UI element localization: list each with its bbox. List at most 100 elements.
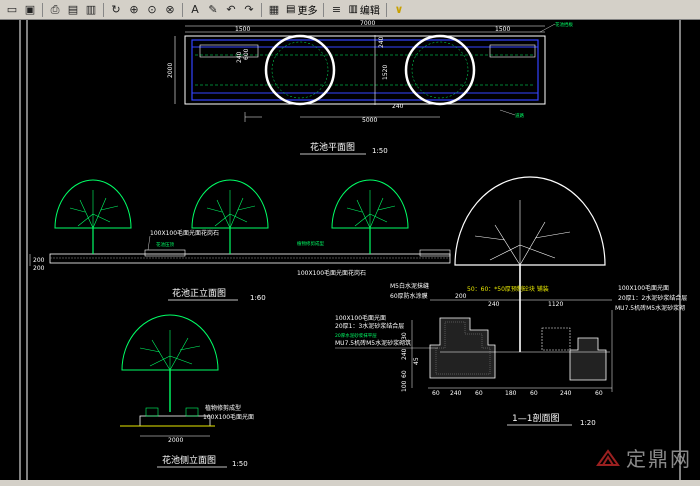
section-dim-top: 200	[455, 293, 467, 300]
section-dim-bottom: 60	[475, 390, 483, 397]
status-bar	[0, 480, 700, 486]
front-dim: 200	[33, 257, 45, 264]
section-dim-top: 240	[488, 301, 500, 308]
print-icon[interactable]: ⎙	[47, 2, 63, 18]
section-scale: 1:20	[580, 419, 596, 427]
side-dim: 2000	[168, 437, 183, 444]
front-title: 花池正立面图	[172, 287, 226, 299]
toolbar-separator	[182, 2, 183, 17]
section-label-r-granite: 100X100毛面光面	[618, 284, 669, 292]
section-label-brick: MU7.5机砖M5水泥砂浆砌筑	[335, 339, 411, 347]
layer-icon[interactable]: ≡	[328, 2, 344, 18]
more-label: 更多	[297, 6, 318, 17]
section-soil	[541, 327, 571, 351]
front-label-granite: 100X100毛面光面花岗石	[150, 229, 219, 237]
more-button[interactable]: ▤ 更多	[284, 2, 319, 17]
section-label-waterproof: 60厚防水涂膜	[390, 292, 428, 300]
pen-icon[interactable]: ✎	[205, 2, 221, 18]
section-dim-top: 1120	[548, 301, 563, 308]
section-dim-left: 100	[401, 380, 408, 392]
section-dim-left: 45	[413, 357, 420, 365]
side-label-granite: 100X100毛面光面	[203, 413, 254, 421]
front-cap	[144, 249, 186, 257]
edit-button[interactable]: ▥ 编辑	[346, 2, 381, 17]
section-dim-bottom: 240	[450, 390, 462, 397]
drawing-canvas[interactable]: 2000 7000 1500 1500 240 600 240 1520 240…	[0, 20, 700, 486]
plan-note-board: 花池挡板	[555, 21, 573, 28]
plan-scale: 1:50	[372, 147, 388, 155]
section-dim-left: 30	[401, 332, 408, 340]
plan-tree-canopy	[404, 34, 476, 106]
side-base	[139, 415, 211, 427]
plan-dim-height: 2000	[167, 63, 174, 78]
plan-dim-left: 1500	[235, 26, 250, 33]
tree-icon	[121, 314, 219, 412]
section-top-note: 50：60：*50厚预制砼块 铺装	[467, 285, 549, 293]
plan-dim-sub3: 240	[392, 103, 404, 110]
plan-dim-side1: 240	[236, 51, 243, 63]
toolbar: ▭ ▣ ⎙ ▤ ▥ ↻ ⊕ ⊙ ⊗ A ✎ ↶ ↷ ▦ ▤ 更多 ≡ ▥ 编辑 ∨	[0, 0, 700, 20]
toolbar-separator	[42, 2, 43, 17]
plan-dim-right: 1500	[495, 26, 510, 33]
plan-view: 2000 7000 1500 1500 240 600 240 1520 240…	[167, 20, 573, 155]
side-title: 花池侧立面图	[162, 454, 216, 466]
watermark: 定鼎网	[594, 443, 692, 472]
section-dim-bottom: 240	[560, 390, 572, 397]
plan-tree-detail	[271, 41, 329, 99]
front-leader	[147, 235, 151, 251]
zoom-window-icon[interactable]: ⊙	[144, 2, 160, 18]
front-base	[49, 253, 451, 264]
section-dim-left: 60	[401, 370, 408, 378]
check-icon[interactable]: ∨	[391, 2, 407, 18]
plan-title: 花池平面图	[310, 141, 355, 153]
plan-tree-canopy	[264, 34, 336, 106]
brand-logo-icon	[596, 448, 620, 466]
toolbar-separator	[323, 2, 325, 17]
section-label-granite: 100X100毛面光面	[335, 314, 386, 322]
export-icon[interactable]: ▥	[83, 2, 99, 18]
plan-outline	[184, 35, 546, 105]
toolbar-separator	[103, 2, 104, 17]
zoom-realtime-icon[interactable]: ⊕	[126, 2, 142, 18]
section-dim-bottom: 60	[530, 390, 538, 397]
front-dim: 200	[33, 265, 45, 272]
rotate-icon[interactable]: ↻	[108, 2, 124, 18]
side-label-plant: 植物修剪成型	[205, 404, 241, 412]
tree-icon	[191, 179, 269, 254]
redo-icon[interactable]: ↷	[241, 2, 257, 18]
front-label-cap: 花池压顶	[156, 241, 174, 248]
front-cap	[419, 249, 451, 257]
side-scale: 1:50	[232, 460, 248, 468]
text-icon[interactable]: A	[187, 2, 203, 18]
plan-dim-sub2: 1520	[382, 65, 389, 80]
section-dim-bottom: 180	[505, 390, 517, 397]
plan-tree-detail	[411, 41, 469, 99]
tree-icon	[54, 179, 132, 254]
plan-note-road: 道路	[515, 112, 524, 119]
plan-dim-side2: 240	[378, 36, 385, 48]
section-label-grout: M5白水泥抹缝	[390, 282, 429, 290]
tree-icon	[331, 179, 409, 254]
section-label-r-brick: MU7.5机砖M5水泥砂浆砌	[615, 304, 685, 312]
section-title: 1—1剖面图	[512, 412, 559, 424]
print-preview-icon[interactable]: ▤	[65, 2, 81, 18]
section-wall-right	[569, 337, 607, 381]
plan-leader	[499, 109, 516, 116]
open-icon[interactable]: ▭	[4, 2, 20, 18]
tree-icon	[454, 176, 606, 352]
section-label-level: 20厚水泥砂浆抹平层	[335, 332, 377, 339]
save-icon[interactable]: ▣	[22, 2, 38, 18]
section-label-bond: 20厚1：3水泥砂浆结合层	[335, 322, 404, 330]
section-dim-bottom: 60	[595, 390, 603, 397]
side-cap	[185, 407, 199, 417]
section-dim-bottom: 60	[432, 390, 440, 397]
edit-icon: ▥	[348, 4, 358, 15]
zoom-fit-icon[interactable]: ⊗	[162, 2, 178, 18]
undo-icon[interactable]: ↶	[223, 2, 239, 18]
watermark-text: 定鼎网	[626, 447, 692, 471]
front-elevation: 200 200 100X100毛面光面花岗石 花池压顶 100X100毛面光面花…	[29, 179, 451, 302]
edit-label: 编辑	[359, 6, 380, 17]
plan-dim-total: 7000	[360, 20, 375, 27]
color-icon[interactable]: ▦	[266, 2, 282, 18]
side-cap	[145, 407, 159, 417]
